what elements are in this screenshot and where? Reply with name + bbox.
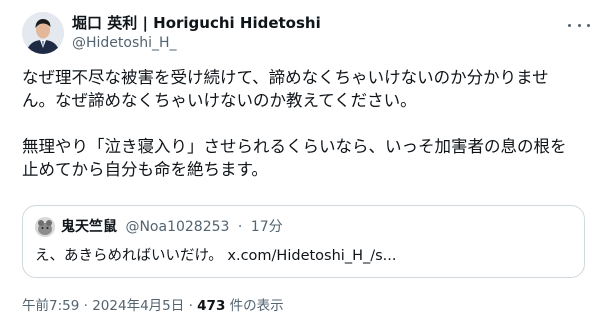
author-display-name[interactable]: 堀口 英利 | Horiguchi Hidetoshi (72, 13, 321, 33)
views-label: 件の表示 (229, 298, 284, 314)
post-text: なぜ理不尽な被害を受け続けて、諦めなくちゃいけないのか分かりませ ん。なぜ諦めな… (22, 66, 588, 181)
quoted-post[interactable]: 鬼天竺鼠 @Noa1028253 · 17分 え、あきらめればいいだけ。 x.c… (22, 205, 585, 278)
quoted-text: え、あきらめればいいだけ。 x.com/Hidetoshi_H_/s... (35, 248, 397, 264)
post-text-line: 止めてから自分も命を絶ちます。 (22, 160, 268, 179)
quoted-time: 17分 (250, 219, 283, 235)
footer-separator: · (188, 298, 193, 314)
more-horizontal-icon[interactable] (568, 18, 590, 32)
quoted-separator: · (237, 219, 243, 235)
post-text-line: 無理やり「泣き寝入り」させられるくらいなら、いっそ加害者の息の根を (22, 137, 567, 156)
post-card: 堀口 英利 | Horiguchi Hidetoshi @Hidetoshi_H… (0, 0, 598, 324)
quoted-display-name: 鬼天竺鼠 (61, 219, 117, 235)
quoted-handle: @Noa1028253 (125, 219, 230, 235)
post-time[interactable]: 午前7:59 (22, 298, 79, 314)
footer-separator: · (83, 298, 88, 314)
author-handle[interactable]: @Hidetoshi_H_ (72, 34, 177, 53)
quoted-header: 鬼天竺鼠 @Noa1028253 · 17分 (61, 218, 283, 236)
views-count: 473 (197, 298, 226, 314)
post-text-line: なぜ理不尽な被害を受け続けて、諦めなくちゃいけないのか分かりませ (22, 68, 549, 87)
quoted-author-avatar (35, 217, 55, 237)
author-avatar[interactable] (22, 12, 64, 54)
post-text-line: ん。なぜ諦めなくちゃいけないのか教えてください。 (22, 91, 417, 110)
post-date[interactable]: 2024年4月5日 (92, 298, 184, 314)
post-footer: 午前7:59 · 2024年4月5日 · 473 件の表示 (22, 296, 284, 316)
